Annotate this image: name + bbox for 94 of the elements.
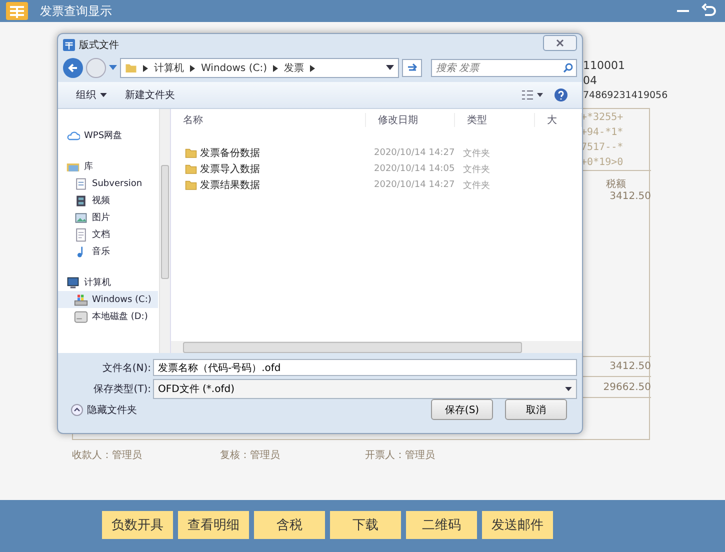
chevron-icon [143,64,148,72]
picture-icon [74,210,88,224]
folder-icon [125,62,137,74]
invoice-code: 110001 [583,58,626,73]
refresh-button[interactable] [402,59,422,77]
back-arrow-icon[interactable] [701,3,717,19]
organize-menu[interactable]: 组织 [72,86,111,104]
nav-item[interactable]: 音乐 [58,243,158,260]
caret-icon [100,92,107,98]
cipher-text: +0*19>0 [581,156,624,170]
action-button[interactable]: 查看明细 [178,511,249,539]
cipher-text: +*3255+ [581,111,624,125]
address-bar[interactable]: 计算机 Windows (C:) 发票 [120,58,399,78]
cipher-text: 7517--* [581,141,624,155]
folder-item[interactable]: 发票备份数据 [171,145,366,161]
modified-date: 2020/10/14 14:27 [373,148,455,158]
breadcrumb-item[interactable]: Windows (C:) [201,62,267,74]
column-header[interactable]: 修改日期 [366,113,455,127]
action-button[interactable]: 发送邮件 [482,511,553,539]
collapse-icon [71,404,83,416]
computer-icon [66,276,80,290]
hide-folders-toggle[interactable]: 隐藏文件夹 [71,402,419,416]
breadcrumb-item[interactable]: 计算机 [154,61,184,75]
field-label: 文件名(N): [101,362,151,374]
signer-label: 开票人：管理员 [365,449,435,462]
modified-date: 2020/10/14 14:05 [373,164,455,174]
chevron-icon [310,64,315,72]
breadcrumb-item[interactable]: 发票 [284,61,304,75]
nav-item[interactable]: 文档 [58,226,158,243]
help-icon[interactable] [554,88,568,102]
view-options-icon[interactable] [522,90,544,100]
close-icon [556,39,564,47]
chevron-icon [190,64,195,72]
scrollbar[interactable] [171,341,582,353]
caret-icon [565,386,572,392]
column-header[interactable]: 名称 [171,113,366,127]
search-icon [563,63,573,73]
tax-amount: 3412.50 [608,191,651,202]
video-icon [74,194,88,208]
file-type: 文件夹 [462,148,491,160]
nav-item[interactable]: WPS网盘 [58,127,158,144]
system-drive-icon [74,292,88,306]
signer-label: 收款人：管理员 [72,449,143,462]
window-title: 发票查询显示 [40,2,113,20]
file-type: 文件夹 [462,180,491,192]
caret-icon[interactable] [109,65,117,71]
file-type: 文件夹 [462,164,491,176]
back-arrow-icon [67,62,79,74]
invoice-code: 74869231419056 [583,89,668,103]
dialog-title: 版式文件 [79,38,120,52]
signer-label: 复核：管理员 [220,448,281,462]
search-field[interactable]: 搜索 发票 [431,59,577,77]
chevron-icon [272,64,278,72]
nav-item[interactable]: Windows (C:) [58,291,158,308]
drive-icon [74,310,88,324]
caret-icon [386,65,394,71]
svn-icon [74,176,88,190]
dialog-button[interactable]: 取消 [505,399,567,420]
file-type-dropdown[interactable]: OFD文件 (*.ofd) [153,379,577,399]
field-label: 保存类型(T): [92,382,151,396]
cipher-text: +94-*1* [581,126,624,140]
total-tax: 3412.50 [610,360,651,372]
folder-icon [185,163,197,175]
modified-date: 2020/10/14 14:27 [373,180,455,190]
nav-item[interactable]: 库 [58,158,158,175]
column-header[interactable]: 类型 [455,113,535,127]
action-button[interactable]: 负数开具 [102,511,173,539]
action-button[interactable]: 下载 [330,511,401,539]
invoice-code: 04 [583,73,598,88]
cloud-icon [66,128,80,142]
nav-item[interactable]: 图片 [58,209,158,226]
dialog-button[interactable]: 保存(S) [431,399,493,420]
nav-item[interactable]: 视频 [58,192,158,209]
back-button[interactable] [63,58,83,78]
folder-icon [185,179,197,191]
app-logo-icon [63,39,75,51]
new-folder-button[interactable]: 新建文件夹 [121,86,179,104]
total-with-tax: 29662.50 [603,382,651,392]
action-button[interactable]: 含税 [254,511,325,539]
document-icon [74,228,88,242]
refresh-icon [406,62,418,74]
scrollbar[interactable] [159,109,170,353]
folder-item[interactable]: 发票结果数据 [171,177,366,193]
file-name-field[interactable]: 发票名称（代码-号码）.ofd [153,359,577,376]
nav-item[interactable]: 计算机 [58,274,158,291]
close-button[interactable] [543,35,577,51]
tax-label: 税额 [605,178,627,191]
folder-item[interactable]: 发票导入数据 [171,161,366,177]
app-logo-icon [4,0,30,22]
nav-item[interactable]: Subversion [58,175,158,192]
nav-item[interactable]: 本地磁盘 (D:) [58,308,158,325]
folder-icon [185,147,197,159]
column-header[interactable]: 大 [535,113,582,127]
action-button[interactable]: 二维码 [406,511,477,539]
